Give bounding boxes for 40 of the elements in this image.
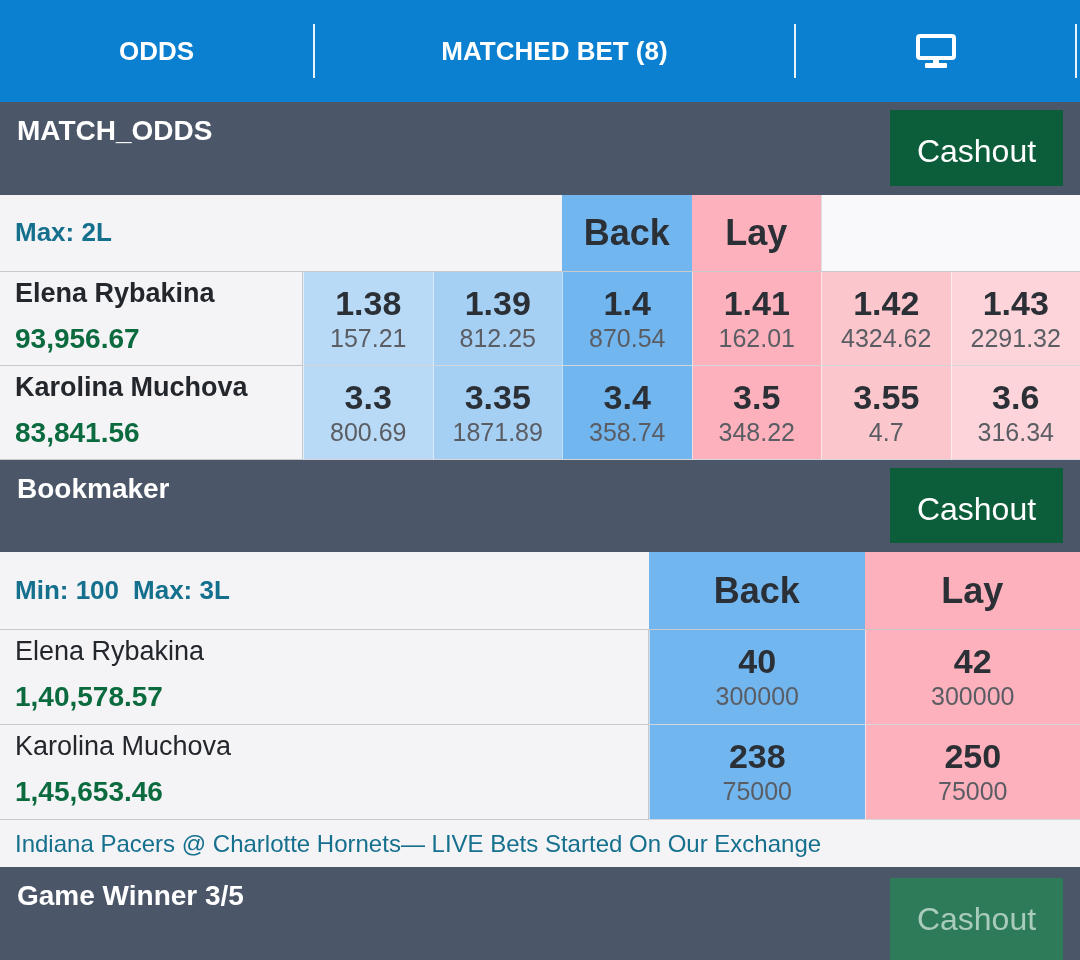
bet-limit-label: Min: 100 — [15, 574, 120, 608]
back-odds-button[interactable]: 3.35 1871.89 — [432, 365, 562, 460]
tab[interactable]: ODDS — [0, 24, 315, 78]
cashout-button[interactable]: Cashout — [890, 467, 1063, 544]
cashout-button[interactable]: Cashout — [890, 110, 1063, 186]
market-title: Game Winner 3/5 — [17, 879, 244, 914]
lay-odds-button[interactable]: 3.55 4.7 — [821, 365, 951, 460]
back-odds-button[interactable]: 3.3 800.69 — [303, 365, 433, 460]
runner-position: 93,956.67 — [15, 321, 141, 356]
bet-limit-label: Max: 3L — [133, 574, 230, 608]
back-odds-button[interactable]: 3.4 358.74 — [562, 365, 692, 460]
back-odds-button[interactable]: 40 300000 — [649, 630, 865, 726]
runner-name: Elena Rybakina — [15, 276, 216, 309]
runner-name: Karolina Muchova — [15, 370, 249, 403]
lay-odds-button[interactable]: 42 300000 — [864, 630, 1080, 726]
back-odds-button[interactable]: 1.38 157.21 — [303, 271, 433, 366]
lay-odds-button[interactable]: 3.5 348.22 — [691, 365, 821, 460]
news-ticker-text[interactable]: Indiana Pacers @ Charlotte Hornets— LIVE Bets Started On Our Exchange — [15, 825, 822, 862]
lay-odds-button[interactable]: 3.6 316.34 — [950, 365, 1080, 460]
back-column-header: Back — [649, 552, 865, 631]
lay-odds-button[interactable]: 1.43 2291.32 — [950, 271, 1080, 366]
runner-name: Elena Rybakina — [15, 635, 206, 668]
back-column-header: Back — [562, 194, 692, 272]
market-title: MATCH_ODDS — [17, 114, 213, 148]
back-odds-button[interactable]: 238 75000 — [649, 725, 865, 821]
lay-column-header: Lay — [691, 194, 821, 272]
market-title: Bookmaker — [17, 471, 170, 506]
monitor-icon — [915, 34, 956, 68]
runner-position: 1,45,653.46 — [15, 775, 164, 810]
runner-name: Karolina Muchova — [15, 730, 233, 763]
tab[interactable]: MATCHED BET (8) — [315, 24, 796, 78]
lay-column-header: Lay — [864, 552, 1080, 631]
runner-position: 83,841.56 — [15, 415, 141, 450]
back-odds-button[interactable]: 1.39 812.25 — [432, 271, 562, 366]
lay-odds-button[interactable]: 1.41 162.01 — [691, 271, 821, 366]
bet-limit-label: Max: 2L — [15, 216, 112, 250]
back-odds-button[interactable]: 1.4 870.54 — [562, 271, 692, 366]
lay-odds-button[interactable]: 1.42 4324.62 — [821, 271, 951, 366]
runner-position: 1,40,578.57 — [15, 680, 164, 715]
lay-odds-button[interactable]: 250 75000 — [864, 725, 1080, 821]
